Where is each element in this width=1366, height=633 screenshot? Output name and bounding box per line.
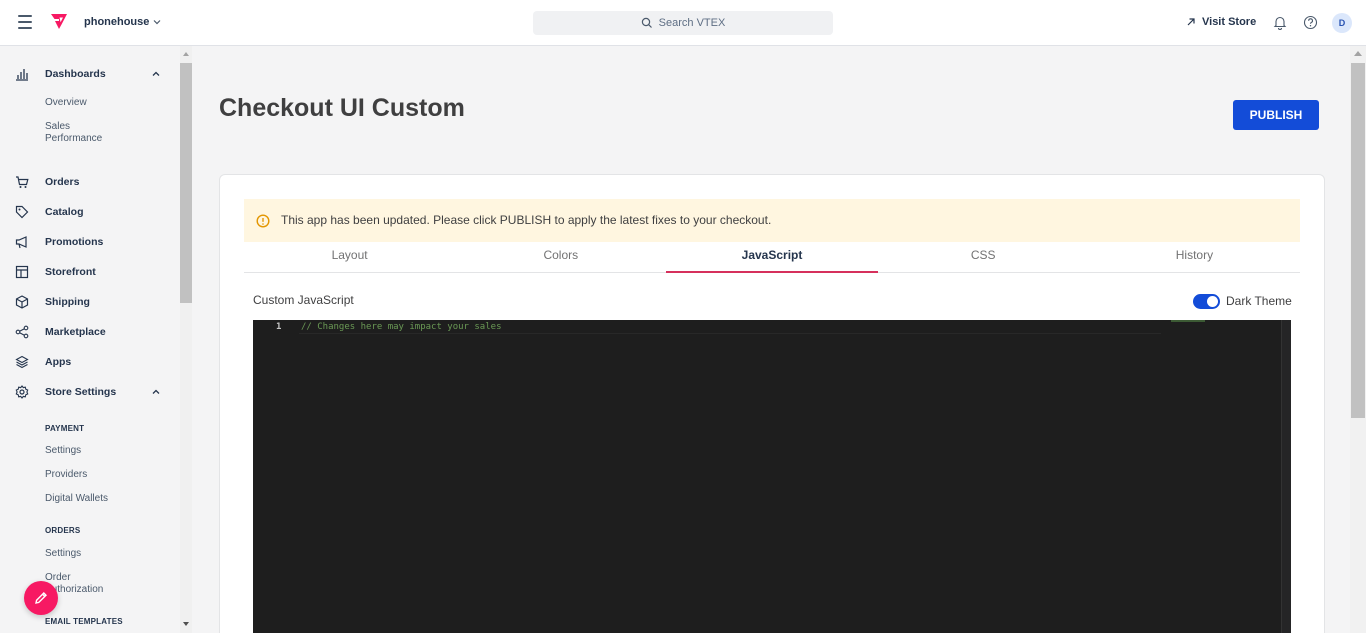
visit-store-link[interactable]: Visit Store	[1186, 16, 1256, 28]
bar-chart-icon	[16, 69, 28, 81]
code-editor[interactable]: 1 // Changes here may impact your sales	[253, 320, 1291, 633]
page-scroll-up-arrow-icon[interactable]	[1354, 51, 1362, 56]
menu-icon[interactable]	[18, 15, 32, 29]
code-line[interactable]: // Changes here may impact your sales	[301, 322, 501, 332]
sidebar-item-catalog[interactable]: Catalog	[0, 202, 180, 222]
sidebar: Dashboards Overview Sales Performance Or…	[0, 46, 180, 633]
edit-fab-button[interactable]	[24, 581, 58, 615]
editor-minimap[interactable]	[1171, 320, 1211, 324]
sidebar-item-apps[interactable]: Apps	[0, 352, 180, 372]
sidebar-item-label: Shipping	[45, 296, 90, 308]
tab-history[interactable]: History	[1089, 242, 1300, 272]
orders-section-header: ORDERS	[45, 526, 81, 535]
sidebar-item-storefront[interactable]: Storefront	[0, 262, 180, 282]
search-placeholder: Search VTEX	[658, 17, 726, 29]
sidebar-item-label: Storefront	[45, 266, 96, 278]
sidebar-scrollbar-thumb[interactable]	[180, 63, 192, 303]
sidebar-item-label: Store Settings	[45, 386, 117, 398]
layers-icon	[15, 355, 29, 369]
sidebar-sub-overview[interactable]: Overview	[45, 97, 155, 109]
sidebar-sub-digital-wallets[interactable]: Digital Wallets	[45, 493, 155, 505]
sidebar-item-shipping[interactable]: Shipping	[0, 292, 180, 312]
search-icon	[641, 17, 652, 28]
page-title: Checkout UI Custom	[219, 94, 465, 122]
tab-bar: Layout Colors JavaScript CSS History	[244, 242, 1300, 273]
visit-store-label: Visit Store	[1202, 16, 1257, 28]
chevron-up-icon[interactable]	[151, 387, 161, 397]
sidebar-sub-providers[interactable]: Providers	[45, 469, 155, 481]
sidebar-item-marketplace[interactable]: Marketplace	[0, 322, 180, 342]
layout-icon	[15, 265, 29, 279]
sidebar-item-label: Apps	[45, 356, 72, 368]
help-icon[interactable]	[1303, 15, 1318, 35]
editor-scrollbar[interactable]	[1281, 320, 1291, 633]
megaphone-icon	[15, 236, 27, 249]
bell-icon[interactable]	[1273, 15, 1287, 35]
gear-icon	[15, 385, 29, 399]
account-name: phonehouse	[84, 16, 150, 28]
tag-icon	[15, 205, 29, 219]
avatar[interactable]: D	[1332, 13, 1352, 33]
sidebar-item-label: Catalog	[45, 206, 84, 218]
chevron-down-icon	[153, 20, 161, 25]
sidebar-item-label: Marketplace	[45, 326, 106, 338]
tab-css[interactable]: CSS	[878, 242, 1089, 272]
account-switcher[interactable]: phonehouse	[84, 16, 162, 28]
dark-theme-label: Dark Theme	[1226, 294, 1292, 308]
sidebar-item-label: Orders	[45, 176, 80, 188]
chevron-up-icon[interactable]	[151, 69, 161, 79]
sidebar-sub-orders-settings[interactable]: Settings	[45, 548, 155, 560]
update-alert: This app has been updated. Please click …	[244, 199, 1300, 242]
box-icon	[15, 295, 29, 309]
alert-message: This app has been updated. Please click …	[281, 213, 772, 227]
tab-colors[interactable]: Colors	[455, 242, 666, 272]
sidebar-sub-sales-performance[interactable]: Sales Performance	[45, 121, 115, 145]
sidebar-sub-payment-settings[interactable]: Settings	[45, 445, 155, 457]
vtex-logo[interactable]	[50, 13, 68, 35]
external-arrow-icon	[1187, 18, 1195, 26]
page-scrollbar-thumb[interactable]	[1351, 63, 1365, 418]
publish-button[interactable]: PUBLISH	[1233, 100, 1319, 130]
dark-theme-toggle[interactable]	[1193, 294, 1220, 309]
sidebar-item-orders[interactable]: Orders	[0, 172, 180, 192]
sidebar-item-label: Promotions	[45, 236, 104, 248]
tab-layout[interactable]: Layout	[244, 242, 455, 272]
sidebar-item-label: Dashboards	[45, 68, 106, 80]
editor-label: Custom JavaScript	[253, 293, 354, 307]
tab-javascript[interactable]: JavaScript	[666, 242, 878, 273]
scroll-up-arrow-icon[interactable]	[183, 52, 189, 56]
cart-icon	[16, 176, 29, 188]
sidebar-item-promotions[interactable]: Promotions	[0, 232, 180, 252]
sidebar-item-store-settings[interactable]: Store Settings	[0, 382, 180, 402]
line-number: 1	[276, 322, 282, 332]
email-templates-section-header: EMAIL TEMPLATES	[45, 617, 123, 626]
scroll-down-arrow-icon[interactable]	[183, 622, 189, 626]
payment-section-header: PAYMENT	[45, 424, 85, 433]
share-icon	[15, 325, 29, 339]
pencil-icon	[35, 592, 47, 604]
warning-icon	[256, 214, 270, 228]
search-input[interactable]: Search VTEX	[533, 11, 833, 35]
sidebar-item-dashboards[interactable]: Dashboards	[0, 64, 180, 84]
top-bar: phonehouse Search VTEX Visit Store D	[0, 0, 1366, 46]
